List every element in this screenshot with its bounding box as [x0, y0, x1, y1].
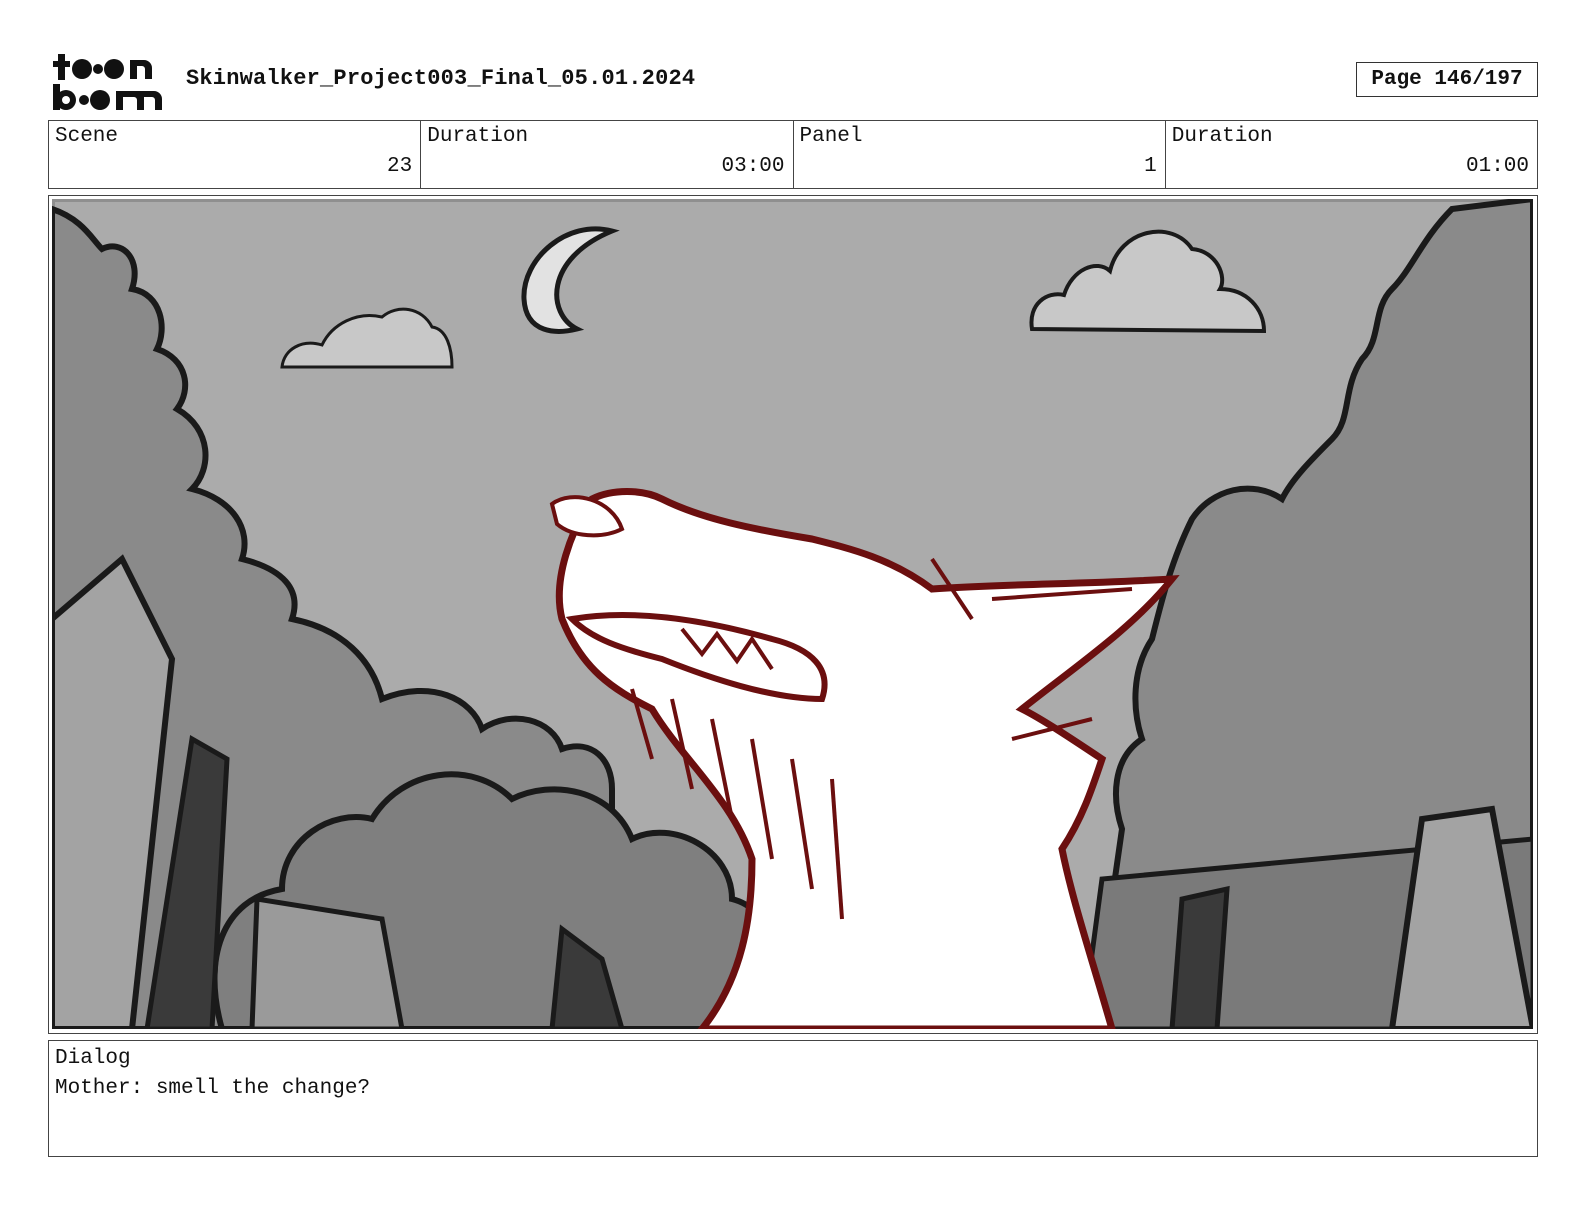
- scene-duration-label: Duration: [427, 125, 529, 148]
- panel-duration-label: Duration: [1171, 125, 1273, 148]
- scene-info-table: Scene 23 Duration 03:00 Panel 1 Duration…: [48, 120, 1538, 189]
- panel-label: Panel: [799, 125, 863, 148]
- scene-duration-value: 03:00: [721, 155, 785, 178]
- panel-artwork: [52, 199, 1533, 1029]
- panel-duration-value: 01:00: [1465, 155, 1529, 178]
- dialog-text: Mother: smell the change?: [55, 1077, 371, 1100]
- trunk-left-light: [249, 896, 405, 1029]
- dialog-label: Dialog: [55, 1047, 131, 1070]
- scene-duration-cell: Duration 03:00: [421, 121, 794, 188]
- page-indicator: Page 146/197: [1356, 62, 1538, 97]
- scene-label: Scene: [55, 125, 119, 148]
- panel-cell: Panel 1: [794, 121, 1166, 188]
- dialog-box: Dialog Mother: smell the change?: [48, 1040, 1538, 1157]
- scene-value: 23: [387, 155, 413, 178]
- trunk-right-dark: [1169, 885, 1230, 1029]
- panel-duration-cell: Duration 01:00: [1166, 121, 1537, 188]
- toon-boom-logo: [52, 52, 164, 112]
- scene-cell: Scene 23: [49, 121, 422, 188]
- panel-value: 1: [1144, 155, 1157, 178]
- project-title: Skinwalker_Project003_Final_05.01.2024: [186, 66, 696, 91]
- storyboard-panel: [48, 195, 1538, 1034]
